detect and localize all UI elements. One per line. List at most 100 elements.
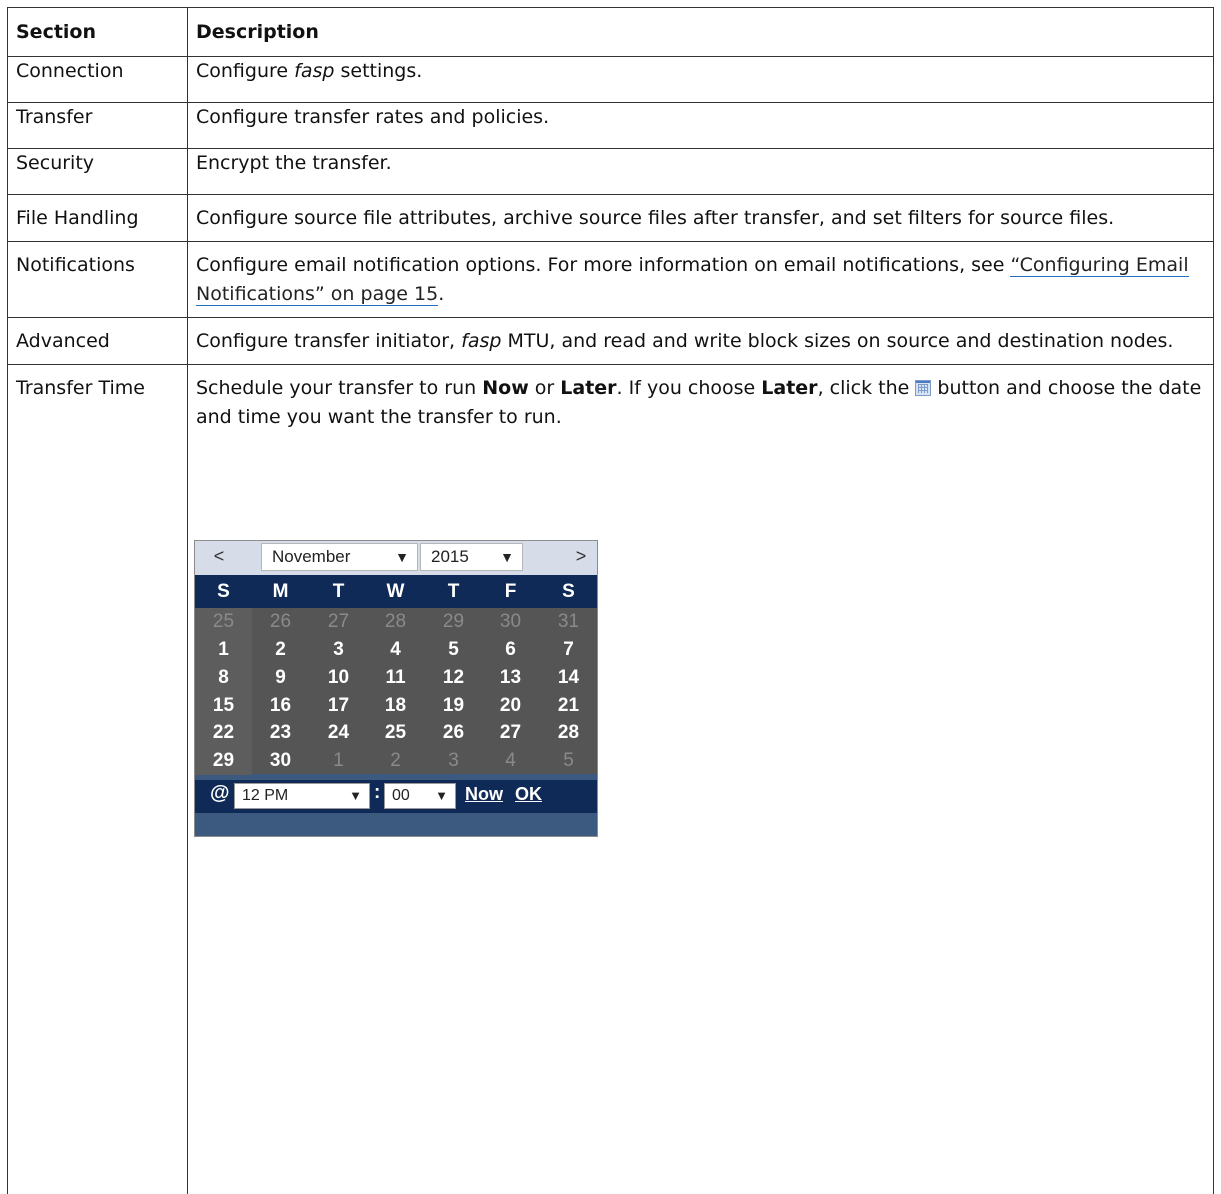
day-cell[interactable]: 14	[540, 664, 597, 692]
day-cell[interactable]: 24	[310, 719, 367, 747]
day-cell: 31	[540, 608, 597, 636]
emphasis-text: fasp	[461, 330, 501, 352]
day-cell[interactable]: 28	[540, 719, 597, 747]
description-text: or	[529, 377, 561, 399]
weekday-label: F	[482, 575, 539, 608]
hour-value: 12 PM	[242, 787, 288, 804]
day-cell[interactable]: 10	[310, 664, 367, 692]
day-cell[interactable]: 1	[195, 636, 252, 664]
chevron-down-icon: ▼	[349, 784, 362, 808]
day-cell[interactable]: 16	[252, 692, 309, 720]
weekday-row: SMTWTFS	[195, 575, 597, 608]
description-cell: Configure transfer initiator, fasp MTU, …	[188, 318, 1214, 365]
day-cell: 27	[310, 608, 367, 636]
table-row: Transfer Configure transfer rates and po…	[8, 103, 1214, 149]
section-cell: Security	[8, 149, 188, 195]
day-cell[interactable]: 13	[482, 664, 539, 692]
bold-text: Later	[560, 377, 616, 399]
section-cell: Transfer	[8, 103, 188, 149]
day-cell[interactable]: 6	[482, 636, 539, 664]
header-description: Description	[188, 8, 1214, 57]
day-cell: 2	[367, 747, 424, 775]
hour-select[interactable]: 12 PM ▼	[234, 783, 370, 809]
prev-month-button[interactable]: <	[205, 546, 233, 567]
day-cell[interactable]: 3	[310, 636, 367, 664]
day-grid: 2526272829303112345678910111213141516171…	[195, 608, 597, 774]
day-cell: 28	[367, 608, 424, 636]
minute-select[interactable]: 00 ▼	[384, 783, 456, 809]
day-cell[interactable]: 26	[425, 719, 482, 747]
day-cell[interactable]: 4	[367, 636, 424, 664]
month-value: November	[272, 547, 350, 566]
date-picker-header: < November ▼ 2015 ▼ >	[195, 541, 597, 575]
section-cell: File Handling	[8, 195, 188, 242]
weekday-label: M	[252, 575, 309, 608]
day-cell[interactable]: 25	[367, 719, 424, 747]
header-section: Section	[8, 8, 188, 57]
time-separator: :	[374, 782, 380, 804]
section-cell: Connection	[8, 57, 188, 103]
description-text: Configure email notification options. Fo…	[196, 254, 1010, 276]
description-text: MTU, and read and write block sizes on s…	[501, 330, 1173, 352]
day-cell: 4	[482, 747, 539, 775]
bold-text: Later	[761, 377, 817, 399]
day-cell[interactable]: 23	[252, 719, 309, 747]
description-text: . If you choose	[617, 377, 762, 399]
day-cell[interactable]: 12	[425, 664, 482, 692]
chevron-down-icon: ▼	[500, 544, 514, 570]
day-cell[interactable]: 20	[482, 692, 539, 720]
day-cell[interactable]: 9	[252, 664, 309, 692]
month-select[interactable]: November ▼	[261, 543, 418, 571]
chevron-down-icon: ▼	[395, 544, 409, 570]
description-text: settings.	[334, 60, 422, 82]
table-row: Connection Configure fasp settings.	[8, 57, 1214, 103]
description-text: Configure transfer initiator,	[196, 330, 461, 352]
table-row: Security Encrypt the transfer.	[8, 149, 1214, 195]
description-text: Configure	[196, 60, 294, 82]
table-row: Transfer Time Schedule your transfer to …	[8, 365, 1214, 1194]
day-cell[interactable]: 29	[195, 747, 252, 775]
table-header-row: Section Description	[8, 8, 1214, 57]
day-cell[interactable]: 7	[540, 636, 597, 664]
day-cell[interactable]: 11	[367, 664, 424, 692]
day-cell[interactable]: 21	[540, 692, 597, 720]
day-cell[interactable]: 30	[252, 747, 309, 775]
description-text: .	[438, 283, 444, 305]
day-cell[interactable]: 22	[195, 719, 252, 747]
section-cell: Advanced	[8, 318, 188, 365]
date-picker: < November ▼ 2015 ▼ > SMTWTFS 2526272829…	[194, 540, 598, 837]
sections-table: Section Description Connection Configure…	[7, 7, 1214, 1194]
day-cell[interactable]: 5	[425, 636, 482, 664]
emphasis-text: fasp	[294, 60, 334, 82]
ok-link[interactable]: OK	[515, 784, 542, 805]
next-month-button[interactable]: >	[567, 546, 595, 567]
day-cell: 25	[195, 608, 252, 636]
weekday-label: S	[195, 575, 252, 608]
year-value: 2015	[431, 547, 469, 566]
bold-text: Now	[482, 377, 529, 399]
day-cell[interactable]: 15	[195, 692, 252, 720]
at-symbol: @	[210, 782, 230, 805]
description-text: , click the	[818, 377, 916, 399]
day-cell: 1	[310, 747, 367, 775]
description-text: Schedule your transfer to run	[196, 377, 482, 399]
day-cell: 26	[252, 608, 309, 636]
day-cell[interactable]: 19	[425, 692, 482, 720]
now-link[interactable]: Now	[465, 784, 503, 805]
table-row: Notifications Configure email notificati…	[8, 242, 1214, 318]
minute-value: 00	[392, 787, 410, 804]
description-cell: Configure source file attributes, archiv…	[188, 195, 1214, 242]
day-cell[interactable]: 17	[310, 692, 367, 720]
section-cell: Notifications	[8, 242, 188, 318]
day-cell: 3	[425, 747, 482, 775]
day-cell[interactable]: 8	[195, 664, 252, 692]
day-cell[interactable]: 18	[367, 692, 424, 720]
day-cell[interactable]: 27	[482, 719, 539, 747]
time-footer: @ 12 PM ▼ : 00 ▼ Now OK	[195, 780, 597, 813]
year-select[interactable]: 2015 ▼	[420, 543, 523, 571]
table-row: Advanced Configure transfer initiator, f…	[8, 318, 1214, 365]
weekday-label: T	[425, 575, 482, 608]
day-cell: 29	[425, 608, 482, 636]
table-row: File Handling Configure source file attr…	[8, 195, 1214, 242]
day-cell[interactable]: 2	[252, 636, 309, 664]
